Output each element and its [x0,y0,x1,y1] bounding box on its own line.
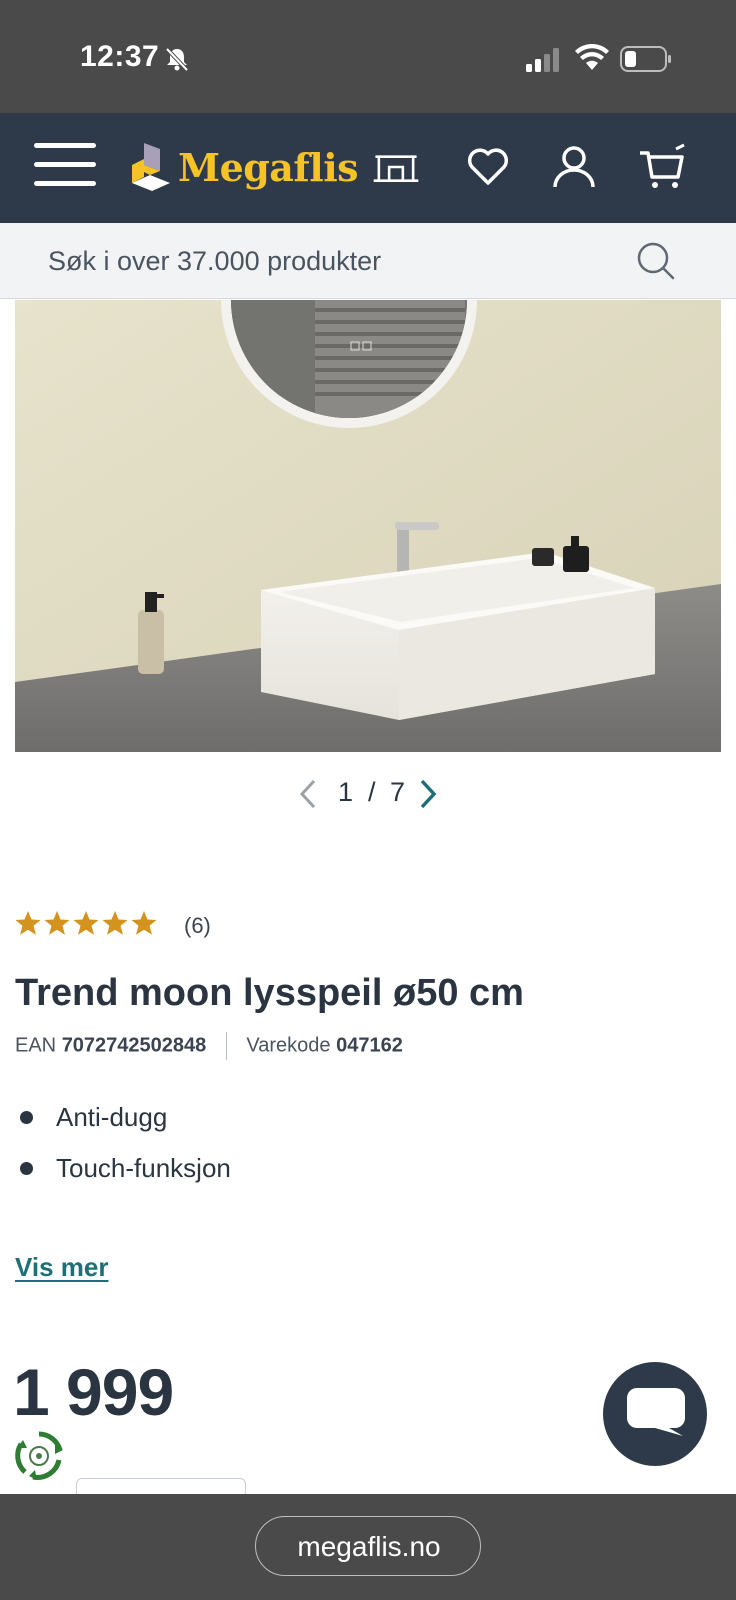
pager-separator: / [368,777,376,807]
logo-text[interactable]: Megaflis [178,145,359,190]
chat-bubble-icon [627,1388,685,1436]
heart-icon[interactable] [464,143,512,191]
signal-icon [526,48,559,72]
product-title: Trend moon lysspeil ø50 cm [15,972,524,1014]
ean-label: EAN [15,1034,57,1057]
search-bar [0,223,736,299]
sku-value: 047162 [336,1034,403,1057]
product-price: 1 999 [13,1355,174,1429]
chevron-right-icon[interactable] [416,777,440,811]
browser-bar: megaflis.no [0,1494,736,1600]
cart-icon[interactable] [638,143,686,191]
search-icon[interactable] [636,241,676,281]
battery-icon [620,46,671,72]
chat-button[interactable] [603,1362,707,1466]
sku-label: Varekode [246,1034,331,1057]
url-text: megaflis.no [297,1531,441,1562]
menu-icon[interactable] [34,143,96,191]
status-bar: 12:37 [0,0,736,113]
logo-mark-icon[interactable] [130,141,172,193]
pager-total: 7 [390,777,406,807]
pager-current: 1 [338,777,354,807]
search-input[interactable] [48,241,608,281]
product-codes: EAN 7072742502848 Varekode 047162 [15,1032,403,1062]
product-image[interactable] [15,300,721,752]
recycle-icon[interactable] [13,1430,65,1482]
divider [225,1032,227,1060]
wifi-icon [575,44,609,70]
ean-value: 7072742502848 [61,1034,207,1057]
url-bar[interactable]: megaflis.no [255,1516,481,1576]
user-icon[interactable] [550,143,598,191]
status-time: 12:37 [80,40,160,73]
star-rating-icon [15,911,157,935]
feature-list: Anti-dugg Touch-funksjon [18,1100,231,1202]
store-icon[interactable] [372,143,420,191]
rating-count: (6) [184,913,211,938]
bell-slash-icon [165,47,189,72]
chevron-left-icon[interactable] [296,777,320,811]
show-more-link[interactable]: Vis mer [15,1252,108,1283]
site-header: Megaflis [0,113,736,223]
image-pager: 1 / 7 [0,775,736,815]
feature-item: Touch-funksjon [18,1151,231,1202]
feature-item: Anti-dugg [18,1100,231,1151]
